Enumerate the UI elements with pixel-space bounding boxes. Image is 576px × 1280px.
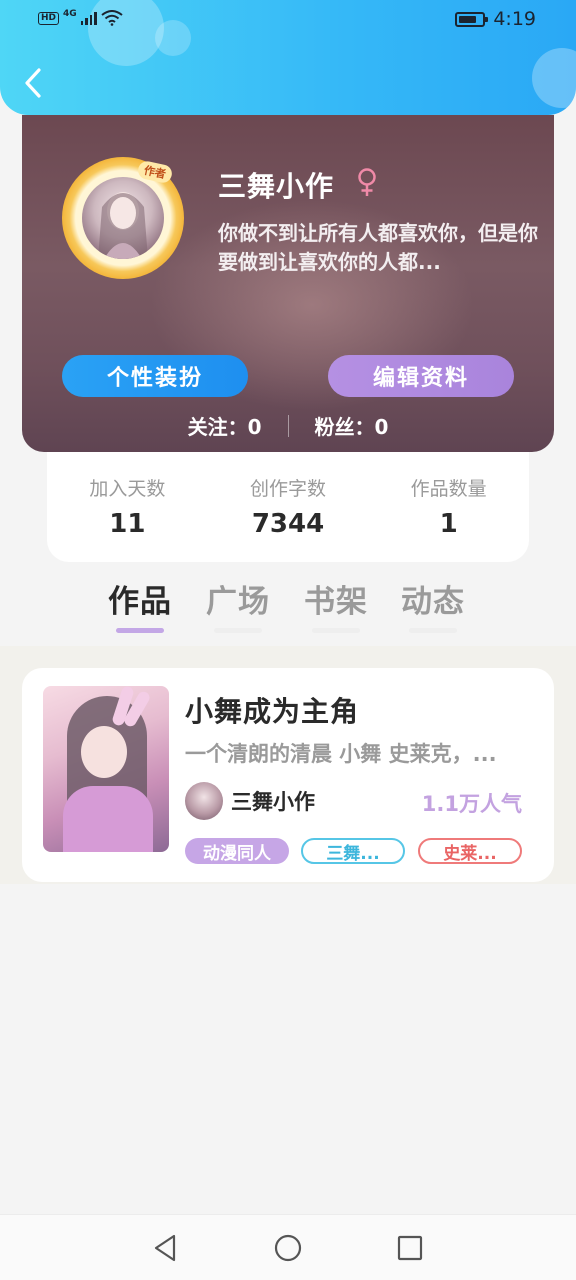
avatar[interactable]: 作者	[62, 157, 184, 279]
stat-works-count: 作品数量 1	[368, 452, 529, 562]
hd-indicator: HD	[38, 11, 60, 25]
square-recent-icon[interactable]	[395, 1233, 425, 1263]
stat-label: 创作字数	[250, 478, 327, 500]
followers-count: 0	[374, 415, 389, 439]
tab-bookshelf[interactable]: 书架	[304, 576, 368, 621]
content-tabs: 作品 广场 书架 动态	[0, 572, 576, 642]
avatar-image	[82, 177, 164, 259]
followers-label: 粉丝：	[314, 415, 375, 439]
stats-card: 加入天数 11 创作字数 7344 作品数量 1	[47, 452, 529, 562]
divider	[287, 414, 289, 437]
circle-home-icon[interactable]	[273, 1233, 303, 1263]
work-card[interactable]: 小舞成为主角 一个清朗的清晨 小舞 史莱克，... 三舞小作 1.1万人气 动漫…	[22, 668, 554, 882]
following-label: 关注：	[187, 415, 248, 439]
stat-join-days: 加入天数 11	[47, 452, 208, 562]
female-icon	[358, 168, 376, 196]
work-cover-image	[43, 686, 169, 852]
work-description: 一个清朗的清晨 小舞 史莱克，...	[185, 742, 497, 766]
tab-indicator	[312, 628, 360, 633]
network-type: 4G	[63, 9, 77, 19]
work-tag[interactable]: 动漫同人	[185, 838, 289, 864]
stat-value: 7344	[251, 509, 325, 539]
popularity-count: 1.1万人气	[421, 792, 522, 816]
signal-icon	[80, 11, 97, 25]
wifi-icon	[101, 10, 123, 26]
followers-link[interactable]: 粉丝：0	[315, 411, 389, 440]
status-bar: HD 4G 4:19	[0, 0, 576, 40]
author-name: 三舞小作	[231, 790, 315, 814]
work-author[interactable]: 三舞小作	[185, 782, 315, 820]
battery-icon	[455, 11, 489, 27]
decorative-bubble	[532, 48, 576, 108]
following-link[interactable]: 关注：0	[188, 411, 262, 440]
stat-value: 11	[109, 509, 146, 539]
system-nav-bar	[0, 1214, 576, 1280]
chevron-left-icon	[25, 68, 41, 98]
work-tag[interactable]: 三舞...	[301, 838, 405, 864]
stat-word-count: 创作字数 7344	[208, 452, 369, 562]
work-title: 小舞成为主角	[185, 695, 360, 728]
stat-label: 作品数量	[410, 478, 487, 500]
following-count: 0	[247, 415, 262, 439]
clock: 4:19	[493, 8, 536, 30]
edit-profile-button[interactable]: 编辑资料	[328, 355, 514, 397]
tab-activity[interactable]: 动态	[401, 576, 465, 621]
user-name: 三舞小作	[218, 170, 335, 203]
tab-indicator-active	[116, 628, 164, 633]
stat-label: 加入天数	[89, 478, 166, 500]
profile-card: 作者 三舞小作 你做不到让所有人都喜欢你，但是你要做到让喜欢你的人都... 个性…	[22, 115, 554, 452]
tab-indicator	[409, 628, 457, 633]
personal-dress-button[interactable]: 个性装扮	[62, 355, 248, 397]
work-tag[interactable]: 史莱...	[418, 838, 522, 864]
follow-stats: 关注：0 粉丝：0	[22, 411, 554, 440]
author-avatar	[185, 782, 223, 820]
stat-value: 1	[439, 509, 458, 539]
tab-square[interactable]: 广场	[206, 576, 270, 621]
user-bio: 你做不到让所有人都喜欢你，但是你要做到让喜欢你的人都...	[218, 221, 538, 274]
back-button[interactable]	[18, 66, 48, 100]
tab-works[interactable]: 作品	[108, 576, 172, 621]
triangle-back-icon[interactable]	[150, 1233, 180, 1263]
tab-indicator	[214, 628, 262, 633]
